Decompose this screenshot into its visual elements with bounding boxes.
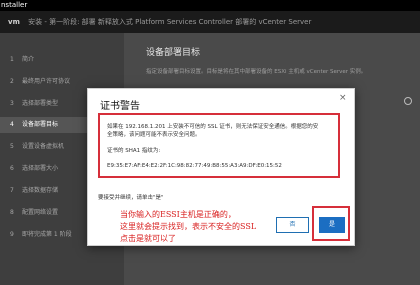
yes-button[interactable]: 是: [319, 217, 345, 233]
sidebar-item-label: 简介: [22, 56, 35, 63]
fingerprint-value: E9:35:E7:AF:E4:E2:2F:1C:98:82:77:49:B8:5…: [107, 163, 282, 169]
step-number: 7: [10, 187, 14, 194]
warning-message-box: 如果在 192.168.1.201 上安装不可信的 SSL 证书，则无法保证安全…: [98, 113, 340, 178]
page-title: 设备部署目标: [146, 48, 201, 58]
annotation-line: 点击是就可以了: [120, 234, 176, 243]
warning-text: 全策略，该问题可能不表示安全问题。: [107, 132, 201, 138]
sidebar-item-label: 选择部署大小: [22, 165, 59, 172]
sidebar-item-label: 最终用户许可协议: [22, 78, 71, 85]
vmware-logo: vm: [8, 18, 20, 26]
step-number: 8: [10, 209, 14, 216]
window-title: nstaller: [1, 1, 28, 9]
accept-prompt: 要接受并继续，请单击"是": [98, 195, 164, 201]
step-number: 3: [10, 100, 14, 107]
tutorial-annotation: 当你输入的ESSI主机是正确的， 这里就会提示找到，表示不安全的SSL 点击是就…: [120, 209, 316, 245]
sidebar-item-label: 配置网络设置: [22, 209, 59, 216]
sidebar-item-label: 设置设备虚拟机: [22, 143, 65, 150]
dialog-title: 证书警告: [100, 101, 140, 112]
step-number: 9: [10, 231, 14, 238]
sidebar-item-label: 选择数据存储: [22, 187, 59, 194]
warning-text: 如果在 192.168.1.201 上安装不可信的 SSL 证书，则无法保证安全…: [107, 124, 319, 130]
app-header: vm 安装 - 第一阶段: 部署 新释放入式 Platform Services…: [0, 11, 420, 33]
annotation-line: 当你输入的ESSI主机是正确的，: [120, 210, 236, 219]
close-icon[interactable]: ×: [339, 93, 347, 103]
step-number: 1: [10, 56, 14, 63]
info-icon: [404, 97, 412, 105]
page-description: 指定设备部署目标设置。目标是将在其中部署设备的 ESXi 主机或 vCenter…: [146, 69, 367, 75]
step-number: 6: [10, 165, 14, 172]
step-number: 5: [10, 143, 14, 150]
sidebar-item-label: 选择部署类型: [22, 100, 59, 107]
window-title-bar: nstaller: [0, 0, 420, 11]
breadcrumb: 安装 - 第一阶段: 部署 新释放入式 Platform Services Co…: [28, 18, 312, 26]
sidebar-item-intro[interactable]: 1 简介: [0, 52, 124, 68]
sidebar-item-label: 设备部署目标: [22, 121, 59, 128]
sidebar-item-label: 即将完成第 1 阶段: [22, 231, 72, 238]
step-number: 4: [10, 121, 14, 128]
fingerprint-label: 证书的 SHA1 指纹为:: [107, 148, 161, 154]
step-number: 2: [10, 78, 14, 85]
annotation-line: 这里就会提示找到，表示不安全的SSL: [120, 222, 257, 231]
